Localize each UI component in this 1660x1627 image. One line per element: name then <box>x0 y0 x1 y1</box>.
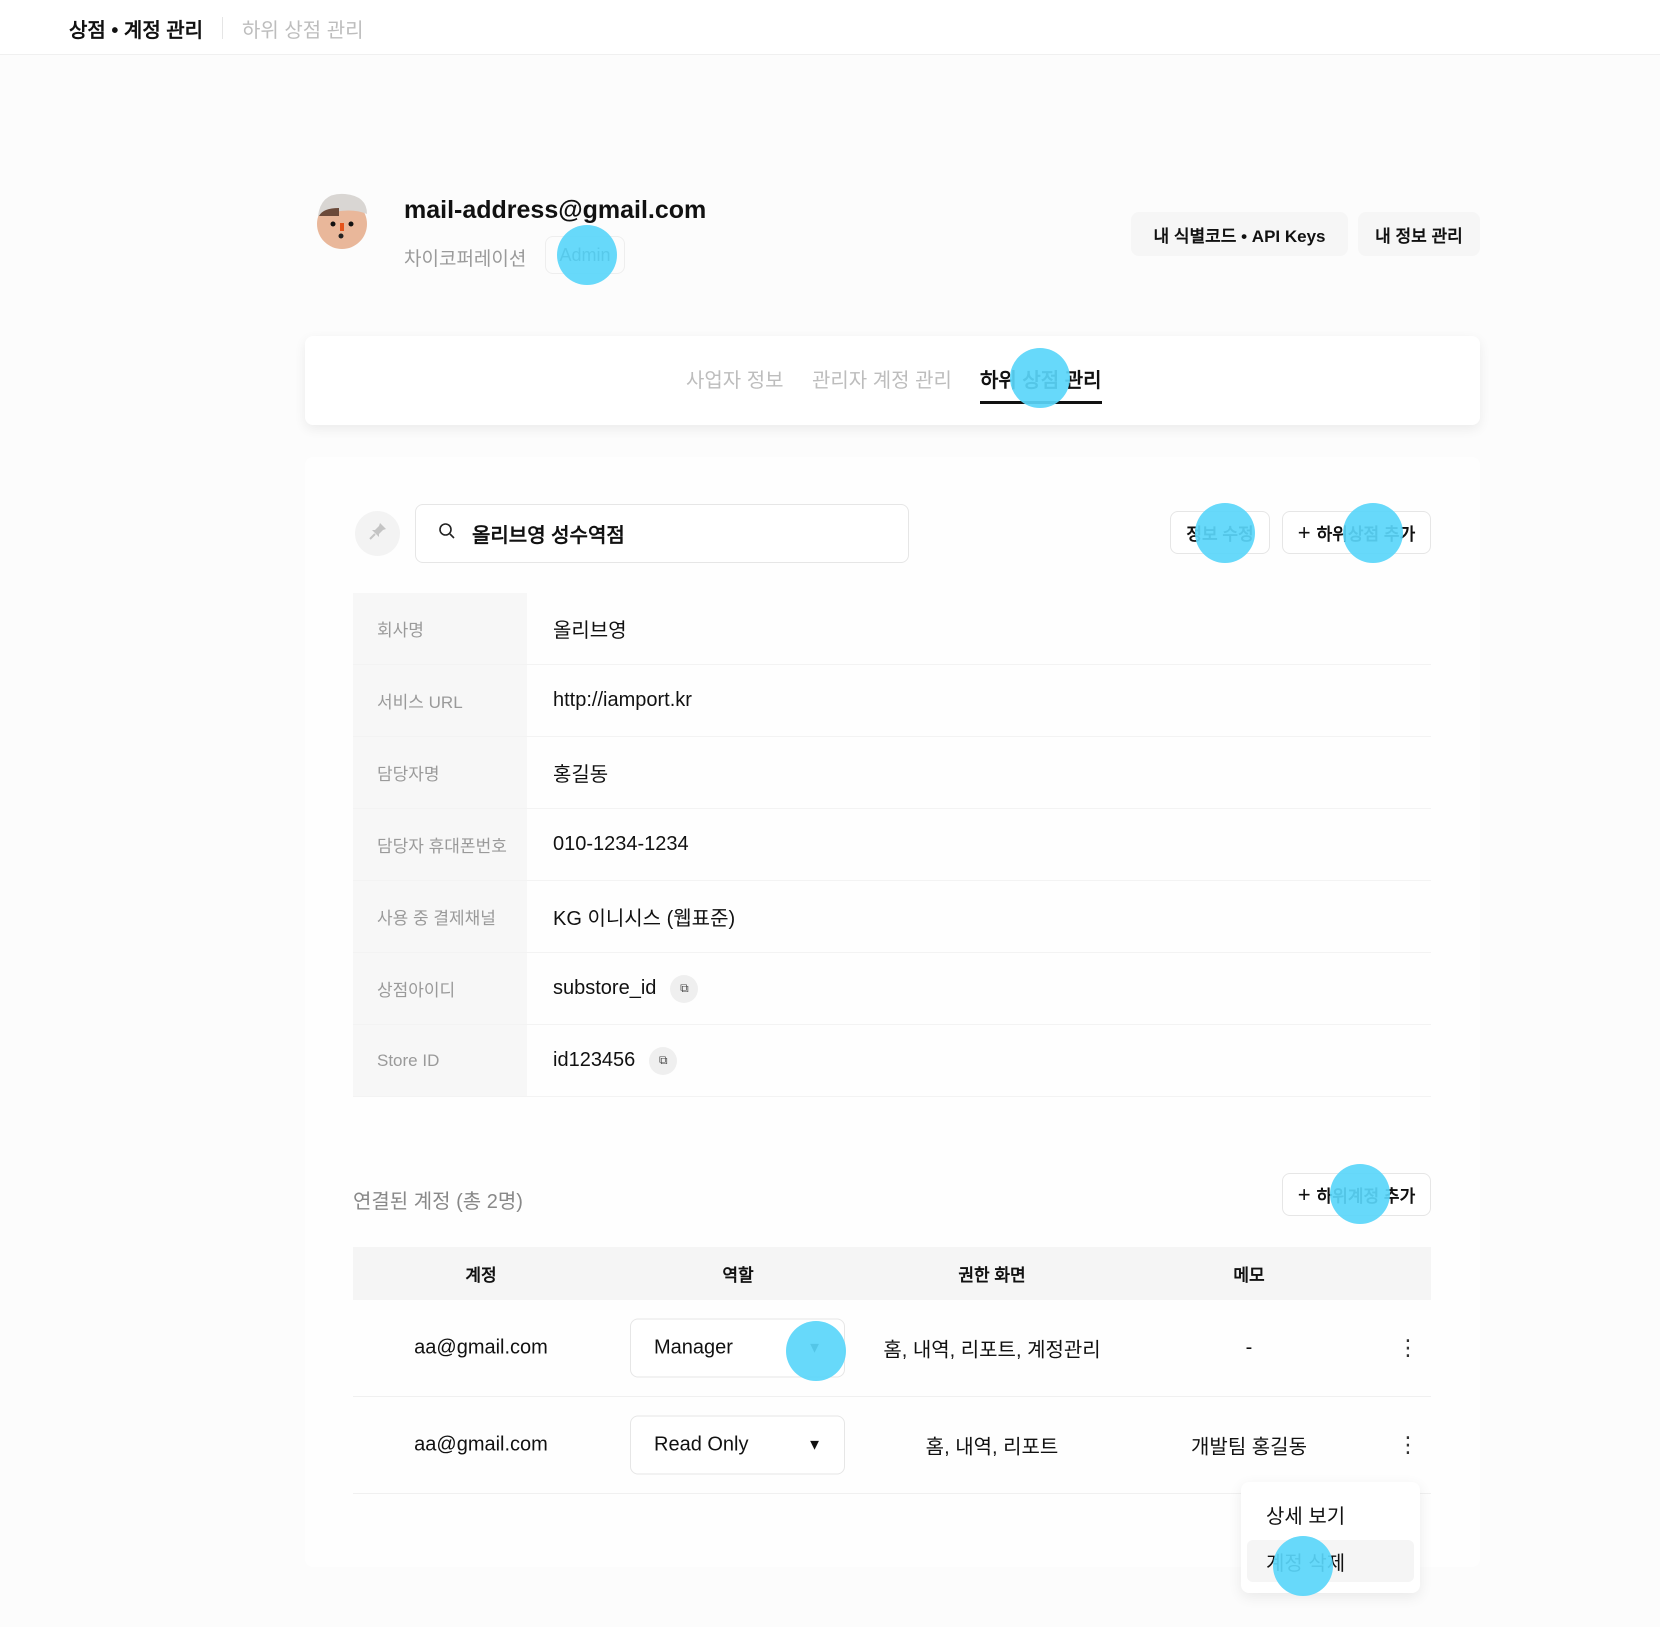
info-row: Store ID id123456 ⧉ <box>353 1025 1431 1097</box>
caret-down-icon: ▼ <box>807 1339 822 1357</box>
info-value-cell: http://iamport.kr <box>527 665 692 736</box>
info-label: Store ID <box>353 1025 527 1096</box>
info-label: 회사명 <box>353 593 527 664</box>
info-label: 상점아이디 <box>353 953 527 1024</box>
role-badge: Admin <box>545 236 625 274</box>
column-memo: 메모 <box>1233 1266 1265 1285</box>
add-subaccount-button[interactable]: + 하위계정 추가 <box>1282 1173 1431 1216</box>
info-value-cell: 홍길동 <box>527 737 608 808</box>
role-value: Manager <box>654 1336 733 1359</box>
breadcrumb-store-account[interactable]: 상점 • 계정 관리 <box>69 14 203 43</box>
search-icon <box>438 522 456 545</box>
info-row: 담당자 휴대폰번호 010-1234-1234 <box>353 809 1431 881</box>
linked-accounts-title: 연결된 계정 (총 2명) <box>353 1191 523 1213</box>
info-value-cell: id123456 ⧉ <box>527 1025 678 1096</box>
info-value-cell: substore_id ⧉ <box>527 953 699 1024</box>
store-search[interactable] <box>415 504 909 563</box>
plus-icon: + <box>1297 1181 1311 1207</box>
info-row: 담당자명 홍길동 <box>353 737 1431 809</box>
breadcrumb-substore[interactable]: 하위 상점 관리 <box>242 14 364 43</box>
caret-down-icon: ▼ <box>807 1436 822 1454</box>
pin-button[interactable] <box>355 511 400 556</box>
info-value: 올리브영 <box>553 620 627 642</box>
info-value: id123456 <box>553 1049 636 1071</box>
account-email: aa@gmail.com <box>414 1433 548 1456</box>
info-label: 담당자명 <box>353 737 527 808</box>
menu-item-delete-account[interactable]: 계정 삭제 <box>1247 1540 1414 1582</box>
copy-icon[interactable]: ⧉ <box>670 974 699 1003</box>
info-value: http://iamport.kr <box>553 689 692 711</box>
add-subaccount-label: 하위계정 추가 <box>1316 1187 1416 1206</box>
account-email: aa@gmail.com <box>414 1336 548 1359</box>
role-select[interactable]: Manager ▼ <box>630 1318 845 1378</box>
account-memo: 개발팀 홍길동 <box>1191 1436 1307 1459</box>
column-account: 계정 <box>465 1266 497 1285</box>
info-row: 서비스 URL http://iamport.kr <box>353 665 1431 737</box>
plus-icon: + <box>1297 519 1311 545</box>
account-screens: 홈, 내역, 리포트, 계정관리 <box>883 1339 1101 1362</box>
accounts-table-header: 계정 역할 권한 화면 메모 <box>353 1247 1431 1300</box>
api-keys-button[interactable]: 내 식별코드 • API Keys <box>1131 212 1348 256</box>
account-row: aa@gmail.com Manager ▼ 홈, 내역, 리포트, 계정관리 -… <box>353 1300 1431 1397</box>
edit-info-button[interactable]: 정보 수정 <box>1170 511 1270 554</box>
copy-icon[interactable]: ⧉ <box>649 1046 678 1075</box>
info-value-cell: KG 이니시스 (웹표준) <box>527 881 735 952</box>
menu-item-view-detail[interactable]: 상세 보기 <box>1247 1493 1414 1535</box>
edit-info-label: 정보 수정 <box>1186 525 1254 544</box>
profile-company: 차이코퍼레이션 <box>404 249 527 270</box>
more-options-icon[interactable]: ⋮ <box>1397 1335 1419 1361</box>
info-value: 010-1234-1234 <box>553 833 689 855</box>
info-label: 담당자 휴대폰번호 <box>353 809 527 880</box>
role-select[interactable]: Read Only ▼ <box>630 1415 845 1475</box>
column-screens: 권한 화면 <box>958 1266 1026 1285</box>
my-info-button[interactable]: 내 정보 관리 <box>1358 212 1480 256</box>
info-value: KG 이니시스 (웹표준) <box>553 908 736 930</box>
info-value: substore_id <box>553 977 657 999</box>
account-screens: 홈, 내역, 리포트 <box>925 1436 1059 1459</box>
info-row: 회사명 올리브영 <box>353 593 1431 665</box>
tab-admin-accounts[interactable]: 관리자 계정 관리 <box>812 364 952 393</box>
info-value-cell: 010-1234-1234 <box>527 809 689 880</box>
search-input[interactable] <box>472 522 872 545</box>
store-info-table: 회사명 올리브영 서비스 URL http://iamport.kr 담당자명 홍길… <box>353 593 1431 1097</box>
account-row: aa@gmail.com Read Only ▼ 홈, 내역, 리포트 개발팀 홍… <box>353 1397 1431 1494</box>
tab-substore[interactable]: 하위 상점 관리 <box>980 364 1102 404</box>
more-options-icon[interactable]: ⋮ <box>1397 1432 1419 1458</box>
info-value: 홍길동 <box>553 764 609 786</box>
column-role: 역할 <box>722 1266 754 1285</box>
avatar <box>309 186 375 252</box>
role-value: Read Only <box>654 1433 749 1456</box>
row-context-menu: 상세 보기 계정 삭제 <box>1241 1482 1420 1593</box>
info-label: 사용 중 결제채널 <box>353 881 527 952</box>
add-substore-label: 하위상점 추가 <box>1316 525 1416 544</box>
pin-icon <box>368 521 388 546</box>
breadcrumb-divider <box>222 17 223 39</box>
profile-email: mail-address@gmail.com <box>404 196 707 224</box>
account-memo: - <box>1245 1336 1253 1359</box>
tab-business-info[interactable]: 사업자 정보 <box>686 364 784 393</box>
info-row: 사용 중 결제채널 KG 이니시스 (웹표준) <box>353 881 1431 953</box>
info-value-cell: 올리브영 <box>527 593 627 664</box>
top-bar: 상점 • 계정 관리 하위 상점 관리 <box>0 0 1660 55</box>
add-substore-button[interactable]: + 하위상점 추가 <box>1282 511 1431 554</box>
info-label: 서비스 URL <box>353 665 527 736</box>
info-row: 상점아이디 substore_id ⧉ <box>353 953 1431 1025</box>
